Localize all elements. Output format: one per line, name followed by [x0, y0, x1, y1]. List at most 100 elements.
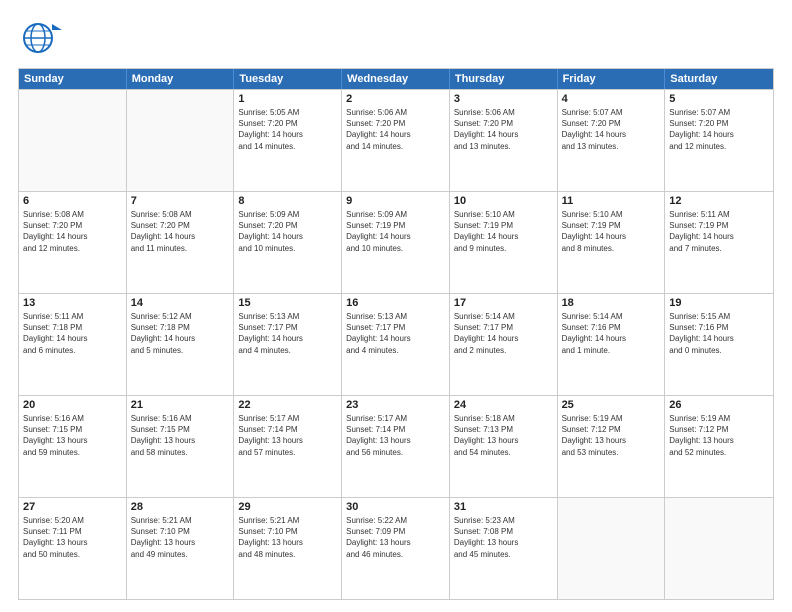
calendar-cell: 7Sunrise: 5:08 AM Sunset: 7:20 PM Daylig…: [127, 192, 235, 293]
day-number: 10: [454, 195, 553, 207]
calendar-cell: 11 Sunrise: 5:10 AM Sunset: 7:19 PM Dayli…: [558, 192, 666, 293]
day-number: 5: [669, 93, 769, 105]
calendar-cell: 9 Sunrise: 5:09 AM Sunset: 7:19 PM Daylig…: [342, 192, 450, 293]
calendar-cell: 15 Sunrise: 5:13 AM Sunset: 7:17 PM Dayli…: [234, 294, 342, 395]
day-number: 21: [131, 399, 230, 411]
day-info: Sunrise: 5:15 AM Sunset: 7:16 PM Dayligh…: [669, 311, 769, 356]
day-info: Sunrise: 5:07 AM Sunset: 7:20 PM Dayligh…: [562, 107, 661, 152]
day-number: 6: [23, 195, 122, 207]
day-info: Sunrise: 5:06 AM Sunset: 7:20 PM Dayligh…: [454, 107, 553, 152]
day-info: Sunrise: 5:06 AM Sunset: 7:20 PM Dayligh…: [346, 107, 445, 152]
calendar-cell: 14 Sunrise: 5:12 AM Sunset: 7:18 PM Dayli…: [127, 294, 235, 395]
day-number: 3: [454, 93, 553, 105]
day-info: Sunrise: 5:18 AM Sunset: 7:13 PM Dayligh…: [454, 413, 553, 458]
day-number: 12: [669, 195, 769, 207]
day-number: 31: [454, 501, 553, 513]
calendar-cell: 20 Sunrise: 5:16 AM Sunset: 7:15 PM Dayli…: [19, 396, 127, 497]
calendar-cell: [665, 498, 773, 599]
day-info: Sunrise: 5:16 AM Sunset: 7:15 PM Dayligh…: [131, 413, 230, 458]
day-info: Sunrise: 5:14 AM Sunset: 7:17 PM Dayligh…: [454, 311, 553, 356]
day-header-sunday: Sunday: [19, 69, 127, 89]
calendar-cell: 24 Sunrise: 5:18 AM Sunset: 7:13 PM Dayli…: [450, 396, 558, 497]
calendar-cell: [127, 90, 235, 191]
day-number: 26: [669, 399, 769, 411]
calendar-cell: 28 Sunrise: 5:21 AM Sunset: 7:10 PM Dayli…: [127, 498, 235, 599]
day-info: Sunrise: 5:21 AM Sunset: 7:10 PM Dayligh…: [131, 515, 230, 560]
day-info: Sunrise: 5:13 AM Sunset: 7:17 PM Dayligh…: [346, 311, 445, 356]
calendar-cell: 4 Sunrise: 5:07 AM Sunset: 7:20 PM Daylig…: [558, 90, 666, 191]
day-number: 28: [131, 501, 230, 513]
day-info: Sunrise: 5:23 AM Sunset: 7:08 PM Dayligh…: [454, 515, 553, 560]
calendar-cell: 30Sunrise: 5:22 AM Sunset: 7:09 PM Dayli…: [342, 498, 450, 599]
day-header-tuesday: Tuesday: [234, 69, 342, 89]
calendar-cell: 25Sunrise: 5:19 AM Sunset: 7:12 PM Dayli…: [558, 396, 666, 497]
day-number: 4: [562, 93, 661, 105]
day-info: Sunrise: 5:17 AM Sunset: 7:14 PM Dayligh…: [346, 413, 445, 458]
calendar-row-2: 13Sunrise: 5:11 AM Sunset: 7:18 PM Dayli…: [19, 293, 773, 395]
day-info: Sunrise: 5:20 AM Sunset: 7:11 PM Dayligh…: [23, 515, 122, 560]
day-number: 16: [346, 297, 445, 309]
day-info: Sunrise: 5:11 AM Sunset: 7:19 PM Dayligh…: [669, 209, 769, 254]
day-info: Sunrise: 5:09 AM Sunset: 7:20 PM Dayligh…: [238, 209, 337, 254]
calendar: SundayMondayTuesdayWednesdayThursdayFrid…: [18, 68, 774, 600]
calendar-header: SundayMondayTuesdayWednesdayThursdayFrid…: [19, 69, 773, 89]
day-info: Sunrise: 5:19 AM Sunset: 7:12 PM Dayligh…: [562, 413, 661, 458]
day-header-wednesday: Wednesday: [342, 69, 450, 89]
calendar-cell: 13Sunrise: 5:11 AM Sunset: 7:18 PM Dayli…: [19, 294, 127, 395]
day-info: Sunrise: 5:10 AM Sunset: 7:19 PM Dayligh…: [454, 209, 553, 254]
day-number: 19: [669, 297, 769, 309]
day-number: 15: [238, 297, 337, 309]
day-number: 27: [23, 501, 122, 513]
calendar-cell: [558, 498, 666, 599]
calendar-cell: 6 Sunrise: 5:08 AM Sunset: 7:20 PM Daylig…: [19, 192, 127, 293]
day-info: Sunrise: 5:09 AM Sunset: 7:19 PM Dayligh…: [346, 209, 445, 254]
header: [18, 16, 774, 60]
day-info: Sunrise: 5:17 AM Sunset: 7:14 PM Dayligh…: [238, 413, 337, 458]
day-info: Sunrise: 5:21 AM Sunset: 7:10 PM Dayligh…: [238, 515, 337, 560]
day-number: 30: [346, 501, 445, 513]
day-number: 13: [23, 297, 122, 309]
day-info: Sunrise: 5:16 AM Sunset: 7:15 PM Dayligh…: [23, 413, 122, 458]
day-number: 18: [562, 297, 661, 309]
day-number: 8: [238, 195, 337, 207]
calendar-cell: 18 Sunrise: 5:14 AM Sunset: 7:16 PM Dayli…: [558, 294, 666, 395]
day-number: 9: [346, 195, 445, 207]
calendar-cell: 31 Sunrise: 5:23 AM Sunset: 7:08 PM Dayli…: [450, 498, 558, 599]
calendar-cell: 19 Sunrise: 5:15 AM Sunset: 7:16 PM Dayli…: [665, 294, 773, 395]
calendar-cell: 3 Sunrise: 5:06 AM Sunset: 7:20 PM Daylig…: [450, 90, 558, 191]
calendar-cell: 27 Sunrise: 5:20 AM Sunset: 7:11 PM Dayli…: [19, 498, 127, 599]
calendar-body: 1 Sunrise: 5:05 AM Sunset: 7:20 PM Daylig…: [19, 89, 773, 599]
day-number: 20: [23, 399, 122, 411]
day-info: Sunrise: 5:05 AM Sunset: 7:20 PM Dayligh…: [238, 107, 337, 152]
calendar-cell: 16 Sunrise: 5:13 AM Sunset: 7:17 PM Dayli…: [342, 294, 450, 395]
calendar-cell: 8 Sunrise: 5:09 AM Sunset: 7:20 PM Daylig…: [234, 192, 342, 293]
calendar-cell: 21 Sunrise: 5:16 AM Sunset: 7:15 PM Dayli…: [127, 396, 235, 497]
day-info: Sunrise: 5:14 AM Sunset: 7:16 PM Dayligh…: [562, 311, 661, 356]
day-info: Sunrise: 5:13 AM Sunset: 7:17 PM Dayligh…: [238, 311, 337, 356]
day-header-monday: Monday: [127, 69, 235, 89]
day-number: 1: [238, 93, 337, 105]
calendar-cell: 1 Sunrise: 5:05 AM Sunset: 7:20 PM Daylig…: [234, 90, 342, 191]
calendar-cell: 5 Sunrise: 5:07 AM Sunset: 7:20 PM Daylig…: [665, 90, 773, 191]
day-info: Sunrise: 5:12 AM Sunset: 7:18 PM Dayligh…: [131, 311, 230, 356]
calendar-cell: 17Sunrise: 5:14 AM Sunset: 7:17 PM Dayli…: [450, 294, 558, 395]
day-info: Sunrise: 5:19 AM Sunset: 7:12 PM Dayligh…: [669, 413, 769, 458]
calendar-row-4: 27 Sunrise: 5:20 AM Sunset: 7:11 PM Dayli…: [19, 497, 773, 599]
day-header-thursday: Thursday: [450, 69, 558, 89]
calendar-cell: 22Sunrise: 5:17 AM Sunset: 7:14 PM Dayli…: [234, 396, 342, 497]
calendar-cell: 23Sunrise: 5:17 AM Sunset: 7:14 PM Dayli…: [342, 396, 450, 497]
day-info: Sunrise: 5:10 AM Sunset: 7:19 PM Dayligh…: [562, 209, 661, 254]
page: SundayMondayTuesdayWednesdayThursdayFrid…: [0, 0, 792, 612]
day-info: Sunrise: 5:08 AM Sunset: 7:20 PM Dayligh…: [23, 209, 122, 254]
day-number: 11: [562, 195, 661, 207]
day-number: 24: [454, 399, 553, 411]
calendar-cell: 29Sunrise: 5:21 AM Sunset: 7:10 PM Dayli…: [234, 498, 342, 599]
calendar-row-1: 6 Sunrise: 5:08 AM Sunset: 7:20 PM Daylig…: [19, 191, 773, 293]
day-header-friday: Friday: [558, 69, 666, 89]
day-number: 2: [346, 93, 445, 105]
logo-icon: [18, 16, 62, 60]
day-info: Sunrise: 5:07 AM Sunset: 7:20 PM Dayligh…: [669, 107, 769, 152]
day-info: Sunrise: 5:08 AM Sunset: 7:20 PM Dayligh…: [131, 209, 230, 254]
day-number: 14: [131, 297, 230, 309]
calendar-cell: 2 Sunrise: 5:06 AM Sunset: 7:20 PM Daylig…: [342, 90, 450, 191]
